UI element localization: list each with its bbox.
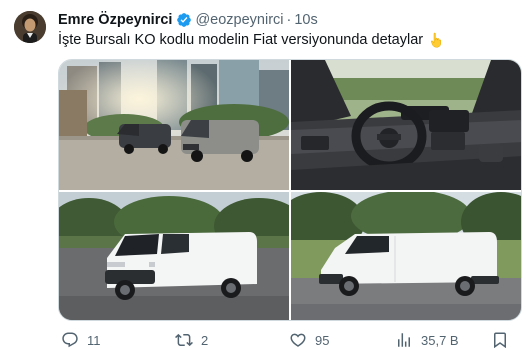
two-vans-city-image <box>59 60 289 190</box>
tweet-actions: 11 2 95 35,7 B <box>58 330 528 348</box>
avatar-image <box>14 11 46 43</box>
media-image-4[interactable] <box>291 192 521 320</box>
views-count: 35,7 B <box>421 332 459 348</box>
like-button[interactable]: 95 <box>289 330 329 348</box>
tweet-text: İşte Bursalı KO kodlu modelin Fiat versi… <box>58 31 444 49</box>
verified-badge-icon <box>177 13 192 27</box>
separator-dot: · <box>286 12 292 28</box>
heart-icon <box>290 333 306 347</box>
reply-icon <box>62 332 78 348</box>
retweet-icon <box>175 333 193 347</box>
bookmark-icon <box>494 332 506 348</box>
reply-count: 11 <box>87 332 101 348</box>
retweet-button[interactable]: 2 <box>175 330 208 348</box>
author-handle[interactable]: @eozpeynirci <box>195 12 283 28</box>
media-image-2[interactable] <box>291 60 521 190</box>
tweet-header: Emre Özpeynirci @eozpeynirci · 10s <box>58 11 318 29</box>
retweet-count: 2 <box>201 332 209 348</box>
reply-button[interactable]: 11 <box>61 330 101 348</box>
van-front-image <box>59 192 289 320</box>
timestamp[interactable]: 10s <box>294 12 317 28</box>
author-name[interactable]: Emre Özpeynirci <box>58 12 172 28</box>
views-button[interactable]: 35,7 B <box>395 330 459 348</box>
like-count: 95 <box>315 332 330 348</box>
van-interior-image <box>291 60 521 190</box>
bookmark-button[interactable] <box>491 330 509 348</box>
tweet-body: İşte Bursalı KO kodlu modelin Fiat versi… <box>58 32 424 48</box>
pointing-down-emoji-icon <box>431 32 442 48</box>
media-grid <box>58 59 522 321</box>
views-chart-icon <box>398 333 410 347</box>
avatar[interactable] <box>14 11 46 43</box>
media-image-3[interactable] <box>59 192 289 320</box>
van-side-image <box>291 192 521 320</box>
media-image-1[interactable] <box>59 60 289 190</box>
